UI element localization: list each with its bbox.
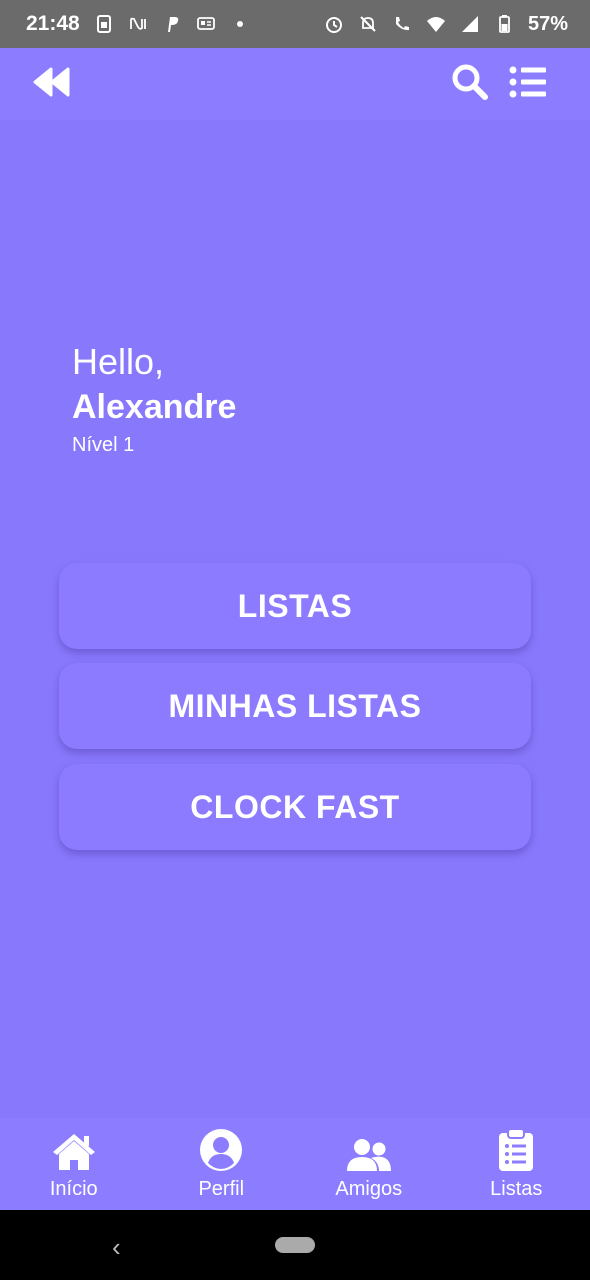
user-level: Nível 1	[72, 434, 135, 456]
nav-item-listas[interactable]: Listas	[456, 1127, 576, 1201]
mute-icon	[358, 14, 378, 34]
status-bar-left: 21:48	[26, 12, 250, 36]
sim-icon	[94, 14, 114, 34]
nav-label-inicio: Início	[49, 1177, 98, 1200]
status-bar-right: 57%	[324, 13, 568, 36]
system-back-icon[interactable]: ‹	[112, 1232, 121, 1263]
system-home-pill[interactable]	[275, 1237, 315, 1253]
rewind-icon	[32, 67, 72, 102]
friends-icon	[346, 1128, 392, 1172]
list-icon	[509, 66, 547, 103]
battery-icon	[494, 14, 514, 34]
greeting-hello: Hello,	[72, 341, 165, 382]
nav-label-listas: Listas	[490, 1177, 543, 1200]
user-name: Alexandre	[72, 388, 237, 426]
listas-button[interactable]: LISTAS	[59, 563, 531, 649]
alarm-icon	[324, 14, 344, 34]
main-content: Hello, Alexandre Nível 1 LISTAS MINHAS L…	[0, 120, 590, 1118]
signal-icon	[460, 14, 480, 34]
clipboard-icon	[498, 1127, 534, 1172]
clock-time: 21:48	[26, 12, 80, 35]
search-icon	[451, 63, 489, 106]
menu-list-button[interactable]	[506, 62, 550, 106]
clock-fast-button[interactable]: CLOCK FAST	[59, 764, 531, 850]
bottom-nav: Início Perfil Amigos Listas	[0, 1118, 590, 1210]
system-nav-bar: ‹	[0, 1210, 590, 1280]
nav-label-amigos: Amigos	[335, 1177, 403, 1200]
greeting: Hello, Alexandre Nível 1	[72, 340, 236, 457]
profile-icon	[199, 1128, 243, 1172]
status-bar: 21:48 57%	[0, 0, 590, 48]
wifi-icon	[426, 14, 446, 34]
home-icon	[51, 1128, 97, 1172]
search-button[interactable]	[448, 62, 492, 106]
paypal-icon	[162, 14, 182, 34]
back-button[interactable]	[30, 62, 74, 106]
dot-icon	[230, 14, 250, 34]
app-bar-actions	[448, 62, 550, 106]
battery-percent: 57%	[527, 12, 568, 35]
minhas-listas-button[interactable]: MINHAS LISTAS	[59, 663, 531, 749]
nav-item-amigos[interactable]: Amigos	[309, 1128, 429, 1201]
chat-icon	[196, 14, 216, 34]
nav-item-inicio[interactable]: Início	[14, 1128, 134, 1201]
call-4g-icon	[392, 14, 412, 34]
nubank-icon	[128, 14, 148, 34]
nav-label-perfil: Perfil	[198, 1177, 245, 1200]
app-bar	[0, 48, 590, 120]
nav-item-perfil[interactable]: Perfil	[161, 1128, 281, 1201]
